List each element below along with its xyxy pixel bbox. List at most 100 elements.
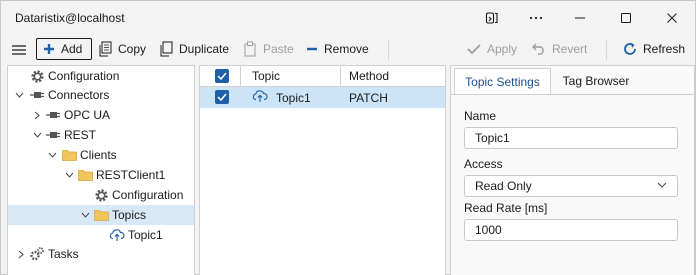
add-label: Add	[61, 42, 83, 56]
column-divider	[240, 66, 241, 87]
chevron-down-icon[interactable]	[32, 130, 42, 140]
menu-button[interactable]	[11, 39, 27, 61]
chevron-right-icon[interactable]	[32, 110, 42, 120]
column-divider	[340, 66, 341, 87]
tree-item-connectors[interactable]: Connectors	[8, 85, 194, 105]
paste-label: Paste	[263, 42, 294, 56]
add-button[interactable]: Add	[36, 38, 92, 60]
table-row[interactable]: Topic1 PATCH	[200, 87, 445, 108]
paste-button[interactable]: Paste	[243, 38, 294, 60]
plug-icon	[45, 107, 61, 123]
duplicate-icon	[160, 41, 173, 57]
copy-button[interactable]: Copy	[98, 38, 146, 60]
app-window: Dataristix@localhost Add Copy Duplicate …	[0, 0, 696, 275]
tree-item-clients[interactable]: Clients	[8, 145, 194, 165]
topic-settings-form: Name Topic1 Access Read Only Read Rate […	[451, 94, 694, 275]
maximize-icon	[621, 13, 631, 23]
gears-icon	[29, 246, 45, 262]
access-value: Read Only	[475, 179, 532, 193]
refresh-icon	[624, 43, 636, 55]
folder-icon	[93, 207, 109, 223]
tree-item-configuration[interactable]: Configuration	[8, 66, 194, 86]
toolbar-separator	[606, 40, 607, 60]
remove-label: Remove	[324, 42, 369, 56]
checkmark-icon	[467, 44, 481, 55]
read-rate-value: 1000	[475, 223, 502, 237]
read-rate-field[interactable]: 1000	[464, 219, 678, 241]
read-rate-label: Read Rate [ms]	[464, 201, 548, 215]
duplicate-label: Duplicate	[179, 42, 230, 56]
toolbar-separator	[388, 40, 389, 60]
close-icon	[667, 13, 677, 23]
toolbar: Add Copy Duplicate Paste Remove Apply Re…	[1, 35, 695, 65]
name-value: Topic1	[475, 131, 510, 145]
properties-panel: Topic Settings Tag Browser Name Topic1 A…	[450, 65, 695, 275]
cell-topic: Topic1	[276, 91, 311, 105]
tree-item-topic1[interactable]: Topic1	[8, 225, 194, 245]
maximize-button[interactable]	[603, 1, 649, 35]
name-label: Name	[464, 109, 497, 123]
chevron-down-icon[interactable]	[14, 90, 24, 100]
chevron-down-icon[interactable]	[64, 170, 74, 180]
title-bar: Dataristix@localhost	[1, 1, 695, 35]
tree-item-opc-ua[interactable]: OPC UA	[8, 105, 194, 125]
window-title: Dataristix@localhost	[15, 11, 125, 25]
tree-item-label: Topics	[112, 208, 147, 222]
tree-item-topics[interactable]: Topics	[8, 205, 194, 225]
connector-tree[interactable]: Configuration Connectors OPC UA REST Cli…	[7, 65, 195, 275]
cloud-upload-icon	[109, 227, 125, 243]
access-select[interactable]: Read Only	[464, 175, 678, 197]
tree-item-client-configuration[interactable]: Configuration	[8, 185, 194, 205]
tree-item-restclient1[interactable]: RESTClient1	[8, 165, 194, 185]
chevron-down-icon[interactable]	[47, 150, 57, 160]
tree-item-label: Configuration	[48, 69, 120, 83]
paste-icon	[244, 41, 256, 57]
revert-button[interactable]: Revert	[532, 38, 587, 60]
topics-grid: Topic Method Topic1 PATCH	[199, 65, 446, 275]
chevron-down-icon[interactable]	[80, 210, 90, 220]
column-header-topic[interactable]: Topic	[252, 69, 280, 83]
tree-item-tasks[interactable]: Tasks	[8, 244, 194, 264]
close-button[interactable]	[649, 1, 695, 35]
refresh-label: Refresh	[643, 42, 686, 56]
tree-item-rest[interactable]: REST	[8, 125, 194, 145]
name-field[interactable]: Topic1	[464, 127, 678, 149]
copy-label: Copy	[118, 42, 147, 56]
plus-icon	[44, 44, 54, 54]
minus-icon	[307, 47, 317, 51]
select-all-checkbox[interactable]	[215, 69, 229, 83]
remove-button[interactable]: Remove	[306, 38, 369, 60]
gear-icon	[93, 187, 109, 203]
folder-icon	[61, 147, 77, 163]
tree-item-label: Tasks	[48, 247, 79, 261]
tree-item-label: OPC UA	[64, 108, 111, 122]
refresh-button[interactable]: Refresh	[623, 38, 685, 60]
tree-item-label: Connectors	[48, 88, 110, 102]
cell-method: PATCH	[349, 91, 388, 105]
minimize-icon	[575, 17, 585, 19]
chevron-down-icon	[657, 182, 667, 188]
minimize-button[interactable]	[557, 1, 603, 35]
gear-icon	[29, 68, 45, 84]
grid-header: Topic Method	[200, 66, 445, 87]
tab-topic-settings[interactable]: Topic Settings	[454, 68, 551, 94]
chevron-right-icon[interactable]	[16, 249, 26, 259]
hamburger-icon	[12, 45, 26, 55]
cloud-upload-icon	[252, 89, 268, 106]
folder-icon	[77, 167, 93, 183]
tree-item-label: RESTClient1	[96, 168, 166, 182]
tab-tag-browser[interactable]: Tag Browser	[554, 68, 638, 94]
column-header-method[interactable]: Method	[349, 69, 389, 83]
duplicate-button[interactable]: Duplicate	[159, 38, 229, 60]
copy-icon	[99, 41, 112, 57]
checkmark-icon	[217, 72, 227, 80]
checkmark-icon	[217, 93, 227, 101]
snap-layout-button[interactable]	[469, 1, 515, 35]
tree-item-label: REST	[64, 128, 97, 142]
plug-icon	[29, 87, 45, 103]
ellipsis-icon	[529, 16, 543, 20]
row-checkbox[interactable]	[215, 90, 229, 104]
revert-label: Revert	[552, 42, 588, 56]
more-options-button[interactable]	[513, 1, 559, 35]
apply-button[interactable]: Apply	[467, 38, 517, 60]
